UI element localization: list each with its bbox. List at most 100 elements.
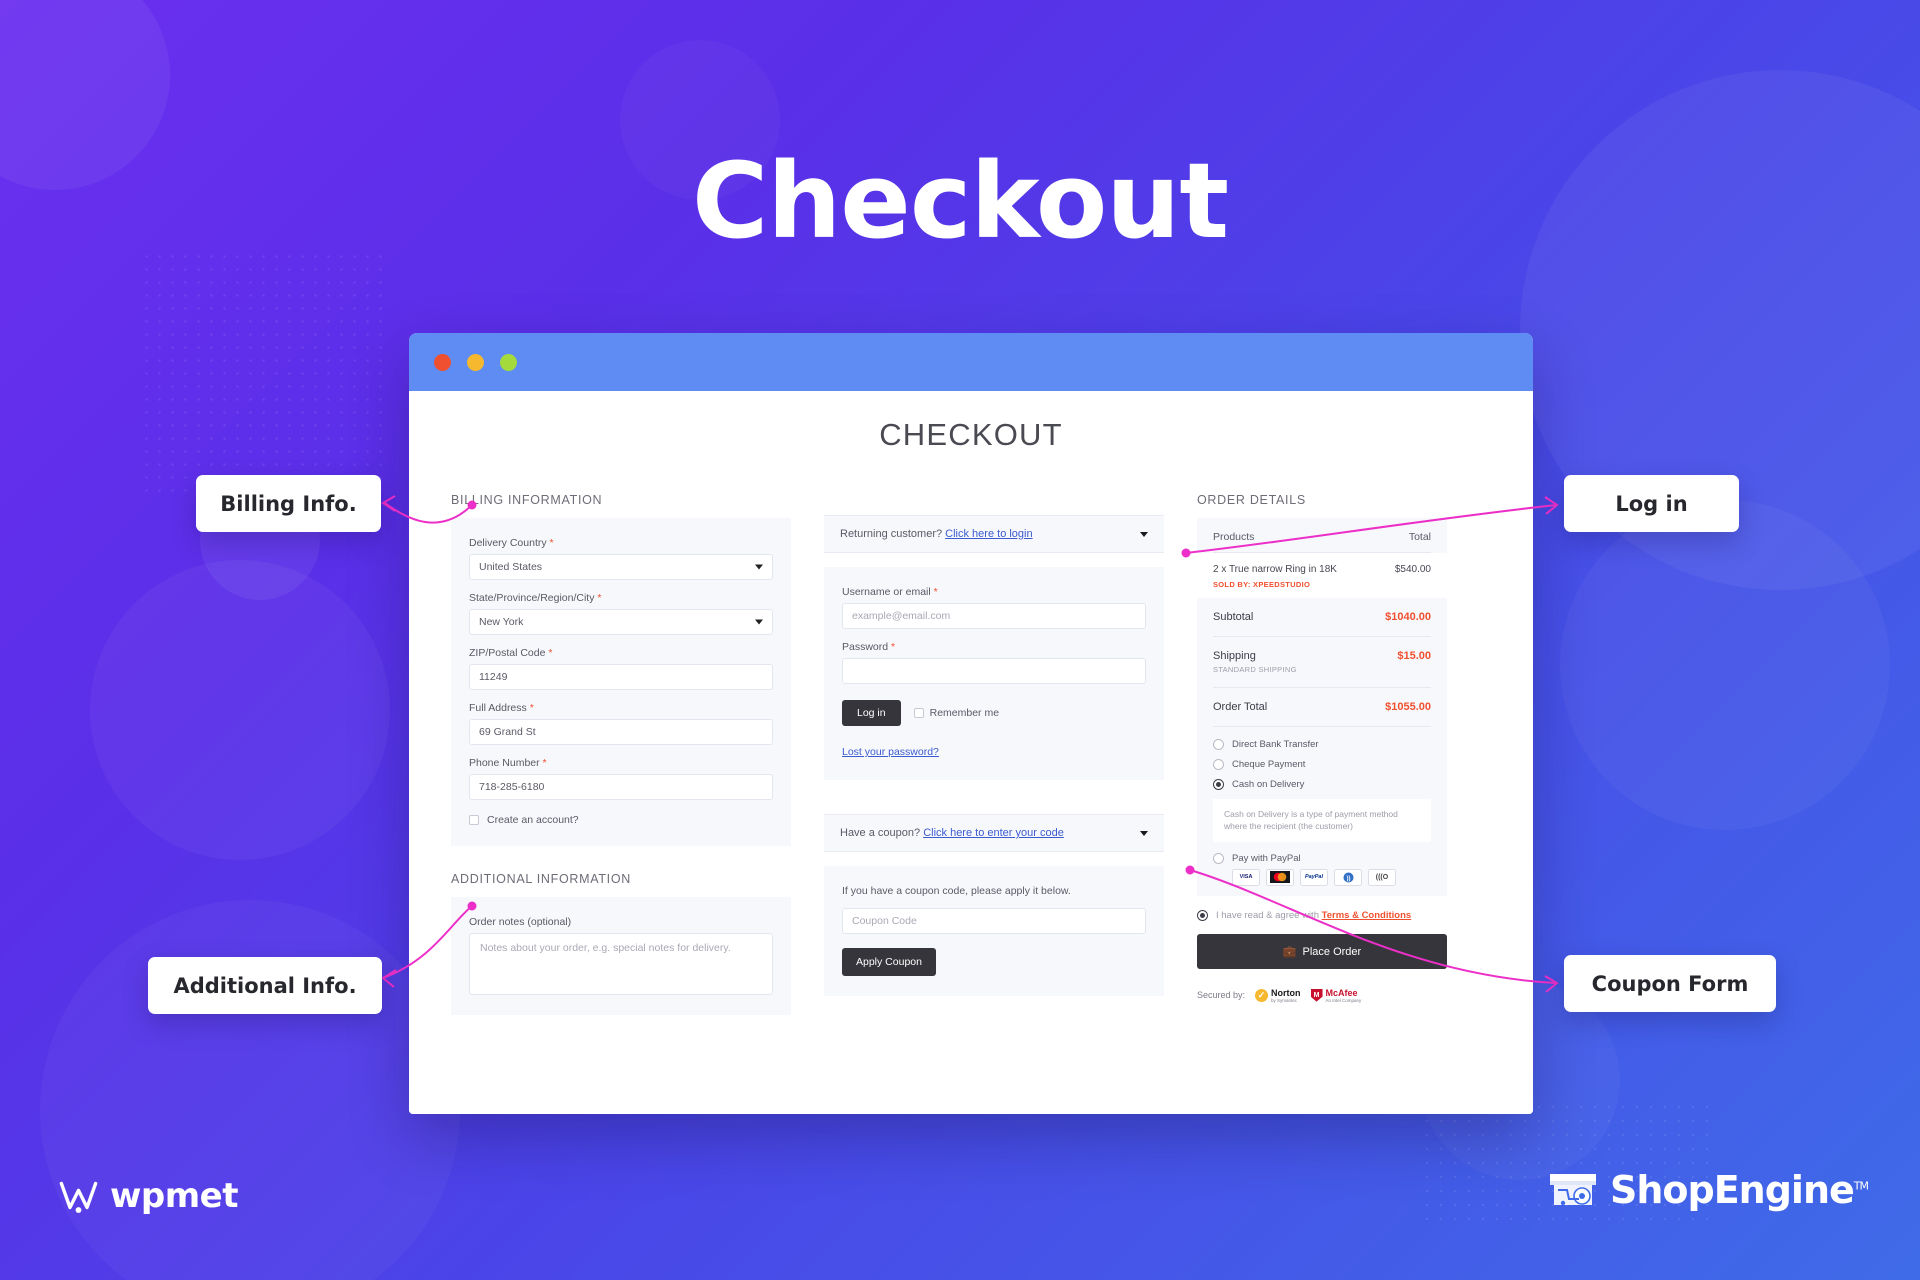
payment-label: Cheque Payment — [1232, 759, 1306, 770]
payment-option-paypal[interactable]: Pay with PayPal — [1213, 852, 1431, 864]
lost-password-link[interactable]: Lost your password? — [842, 746, 939, 758]
login-panel: Username or email * example@email.com Pa… — [824, 567, 1164, 780]
field-label: Delivery Country * — [469, 537, 554, 549]
window-minimize-dot[interactable] — [467, 353, 484, 371]
order-notes-textarea[interactable]: Notes about your order, e.g. special not… — [469, 933, 773, 995]
create-account-row[interactable]: Create an account? — [469, 814, 773, 826]
chevron-down-icon — [1140, 830, 1148, 836]
create-account-label: Create an account? — [487, 814, 579, 826]
shield-icon: M — [1310, 988, 1323, 1002]
field-value: 11249 — [479, 671, 508, 683]
phone-number-input[interactable]: 718-285-6180 — [469, 774, 773, 800]
row-label: Shipping — [1213, 650, 1256, 662]
coupon-code-input[interactable]: Coupon Code — [842, 908, 1146, 934]
password-input[interactable] — [842, 658, 1146, 684]
terms-conditions-link[interactable]: Terms & Conditions — [1322, 910, 1412, 921]
amex-icon: (((O — [1368, 868, 1396, 886]
radio-icon[interactable] — [1213, 739, 1224, 750]
payment-option-bank-transfer[interactable]: Direct Bank Transfer — [1213, 739, 1431, 750]
callout-billing-info: Billing Info. — [196, 475, 381, 532]
row-sublabel: STANDARD SHIPPING — [1213, 665, 1297, 674]
returning-customer-bar[interactable]: Returning customer? Click here to login — [824, 515, 1164, 553]
field-label: Password * — [842, 641, 896, 653]
place-order-button[interactable]: 💼 Place Order — [1197, 933, 1447, 969]
order-row-subtotal: Subtotal $1040.00 — [1197, 598, 1447, 636]
callout-coupon-form: Coupon Form — [1564, 955, 1776, 1012]
row-label: Subtotal — [1213, 611, 1254, 623]
field-delivery-country: Delivery Country * United States — [469, 537, 773, 580]
row-amount: $1055.00 — [1385, 701, 1431, 713]
additional-section-title: ADDITIONAL INFORMATION — [451, 872, 631, 886]
billing-column: BILLING INFORMATION Delivery Country * U… — [451, 493, 791, 1015]
card-logos: VISA PayPal)) (((O — [1232, 868, 1431, 886]
payment-option-cheque[interactable]: Cheque Payment — [1213, 759, 1431, 770]
field-value: United States — [479, 561, 543, 573]
payment-label: Cash on Delivery — [1232, 779, 1305, 790]
zip-code-input[interactable]: 11249 — [469, 664, 773, 690]
billing-section-title: BILLING INFORMATION — [451, 493, 603, 507]
check-icon: ✓ — [1255, 988, 1269, 1002]
coupon-help-text: If you have a coupon code, please apply … — [842, 885, 1071, 897]
dot-pattern — [140, 250, 390, 500]
discover-icon: )) — [1334, 868, 1362, 886]
login-link[interactable]: Click here to login — [945, 528, 1032, 540]
chevron-down-icon — [755, 619, 763, 625]
shopengine-logo: ShopEngineTM — [1546, 1168, 1869, 1212]
coupon-bar[interactable]: Have a coupon? Click here to enter your … — [824, 814, 1164, 852]
radio-icon-selected[interactable] — [1197, 909, 1208, 921]
field-label: Username or email * — [842, 586, 938, 598]
remember-me-label: Remember me — [929, 707, 1000, 719]
order-row-shipping: Shipping STANDARD SHIPPING $15.00 — [1197, 637, 1447, 687]
payment-option-cash-on-delivery[interactable]: Cash on Delivery — [1213, 779, 1431, 790]
full-address-input[interactable]: 69 Grand St — [469, 719, 773, 745]
login-button[interactable]: Log in — [842, 700, 901, 726]
delivery-country-select[interactable]: United States — [469, 554, 773, 580]
remember-me-checkbox[interactable] — [913, 708, 924, 718]
radio-icon-selected[interactable] — [1213, 779, 1224, 790]
login-coupon-column: Returning customer? Click here to login … — [824, 493, 1164, 996]
browser-titlebar — [409, 333, 1533, 391]
radio-icon[interactable] — [1213, 759, 1224, 770]
apply-coupon-button[interactable]: Apply Coupon — [842, 948, 936, 976]
field-value: 69 Grand St — [479, 726, 536, 738]
coupon-link[interactable]: Click here to enter your code — [923, 827, 1064, 839]
username-input[interactable]: example@email.com — [842, 603, 1146, 629]
field-phone-number: Phone Number * 718-285-6180 — [469, 757, 773, 800]
secured-by-row: Secured by: ✓ Norton by Symantec M McAfee… — [1197, 988, 1447, 1003]
radio-icon[interactable] — [1213, 852, 1224, 864]
state-province-select[interactable]: New York — [469, 609, 773, 635]
col-products: Products — [1213, 531, 1255, 543]
product-total: $540.00 — [1394, 564, 1431, 575]
checkout-page: CHECKOUT BILLING INFORMATION Delivery Co… — [409, 391, 1533, 1114]
norton-badge: ✓ Norton by Symantec — [1255, 988, 1301, 1003]
window-maximize-dot[interactable] — [500, 353, 517, 371]
field-state-province: State/Province/Region/City * New York — [469, 592, 773, 635]
page-title: CHECKOUT — [879, 417, 1063, 452]
svg-text:)): )) — [1346, 876, 1350, 882]
order-row-total: Order Total $1055.00 — [1197, 688, 1447, 726]
bag-icon: 💼 — [1282, 945, 1297, 958]
required-marker: * — [549, 537, 554, 549]
col-total: Total — [1408, 531, 1431, 543]
field-full-address: Full Address * 69 Grand St — [469, 702, 773, 745]
create-account-checkbox[interactable] — [469, 815, 479, 825]
paypal-icon: PayPal — [1300, 868, 1328, 886]
agree-text: I have read & agree with Terms & Conditi… — [1216, 909, 1412, 921]
shopengine-mark-icon — [1549, 1174, 1596, 1206]
row-amount: $1040.00 — [1385, 611, 1431, 623]
mastercard-icon — [1266, 868, 1294, 886]
decorative-blob — [90, 560, 390, 860]
mcafee-badge: M McAfee An Intel Company — [1310, 988, 1361, 1003]
decorative-blob — [1560, 500, 1890, 830]
additional-panel: Order notes (optional) Notes about your … — [451, 897, 791, 1015]
secured-by-label: Secured by: — [1197, 990, 1246, 1001]
terms-agreement-row[interactable]: I have read & agree with Terms & Conditi… — [1197, 896, 1447, 934]
order-table-header: Products Total — [1213, 518, 1431, 553]
shopengine-wordmark: ShopEngineTM — [1609, 1168, 1869, 1212]
hero-title: Checkout — [691, 140, 1229, 262]
sold-by-label: SOLD BY: XPEEDSTUDIO — [1213, 580, 1311, 589]
window-close-dot[interactable] — [434, 353, 451, 371]
required-marker: * — [529, 702, 534, 714]
payment-methods: Direct Bank Transfer Cheque Payment Cash… — [1197, 727, 1447, 896]
order-section-title: ORDER DETAILS — [1197, 493, 1306, 507]
